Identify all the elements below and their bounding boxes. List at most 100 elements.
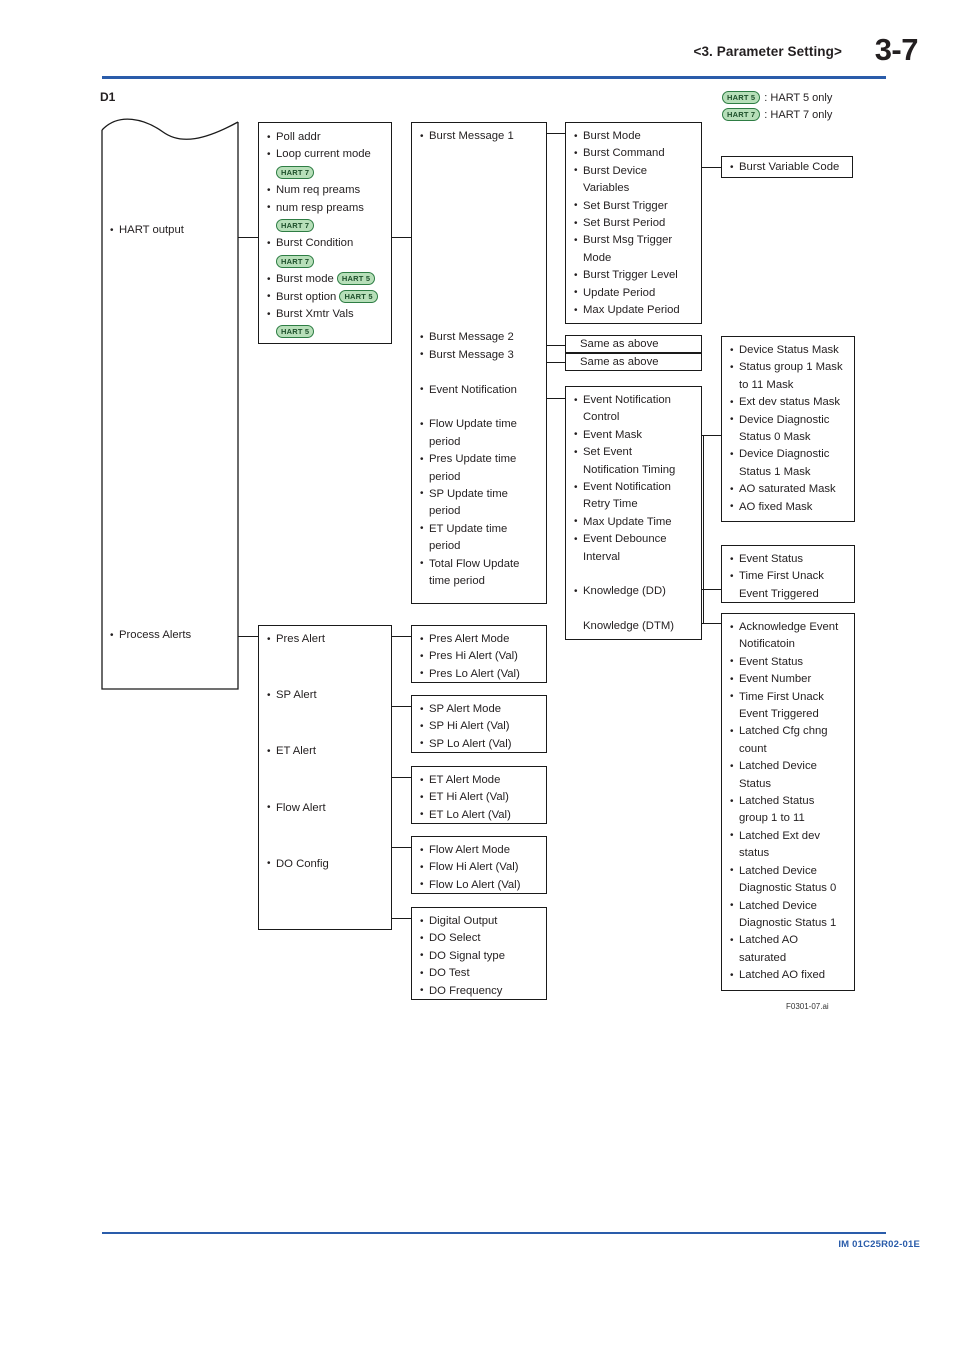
list-item: SP Alert Mode: [420, 700, 539, 718]
list-item-cont: period: [429, 470, 461, 483]
list-item: Burst Message 1: [420, 127, 539, 145]
list-item-text: Burst mode: [276, 273, 334, 286]
list-item: Knowledge (DD): [574, 583, 694, 601]
list-item: Total Flow Update: [420, 555, 539, 573]
connector-bus-vertical: [703, 435, 705, 590]
connector-event-mask-to-device-status-mask: [702, 435, 722, 437]
connector-flow-alert: [392, 847, 411, 849]
connector-bm1-to-detail: [547, 133, 565, 135]
list-item: Burst Message 3: [420, 346, 539, 364]
list-item: Pres Alert Mode: [420, 630, 539, 648]
list-item-cont: count: [739, 742, 767, 755]
list-item-cont: period: [429, 540, 461, 553]
list-item-badge: HART 7: [267, 165, 384, 182]
figure-label: D1: [100, 90, 116, 104]
legend-text-hart7: : HART 7 only: [764, 108, 833, 121]
list-item-cont: Event Triggered: [739, 587, 819, 600]
list-item-badge: HART 7: [267, 218, 384, 235]
list-item: Latched Device: [730, 758, 847, 776]
list-item: Flow Alert: [267, 799, 384, 817]
list-item-text: Burst option: [276, 290, 337, 303]
page-header: <3. Parameter Setting> 3-7: [0, 0, 954, 90]
list-item: SP Hi Alert (Val): [420, 718, 539, 736]
event-status-box: Event Status Time First Unack Event Trig…: [721, 545, 855, 603]
list-item: Burst Command: [574, 145, 694, 163]
list-item: Latched AO fixed: [730, 967, 847, 985]
connector-knowledge-dd-to-event-status: [702, 589, 722, 591]
list-item-cont: Status 1 Mask: [739, 465, 811, 478]
footer-divider: [102, 1232, 886, 1234]
list-item: ET Alert Mode: [420, 771, 539, 789]
event-notification-detail-box: Event Notification Control Event Mask Se…: [565, 386, 702, 640]
legend-text-hart5: : HART 5 only: [764, 91, 833, 104]
list-item-cont: Status 0 Mask: [739, 431, 811, 444]
flow-alert-detail-box: Flow Alert Mode Flow Hi Alert (Val) Flow…: [411, 836, 547, 894]
list-item-cont: Variables: [583, 182, 630, 195]
list-item: Time First Unack: [730, 688, 847, 706]
do-config-detail-box: Digital Output DO Select DO Signal type …: [411, 907, 547, 1000]
list-item: DO Config: [267, 855, 384, 873]
list-item: Num req preams: [267, 182, 384, 200]
list-item: Event Notification: [420, 381, 539, 399]
list-item: DO Frequency: [420, 982, 539, 1000]
list-item: DO Select: [420, 930, 539, 948]
list-item: Pres Alert: [267, 630, 384, 648]
list-item-cont: Notification Timing: [583, 463, 676, 476]
list-item: Burst Variable Code: [730, 158, 845, 176]
list-item: Pres Hi Alert (Val): [420, 648, 539, 666]
list-item-cont: to 11 Mask: [739, 378, 794, 391]
list-item: ET Alert: [267, 743, 384, 761]
list-item-cont: Retry Time: [583, 498, 638, 511]
list-item: ET Hi Alert (Val): [420, 789, 539, 807]
list-item: Latched Device: [730, 897, 847, 915]
list-item: Event Status: [730, 653, 847, 671]
list-item: Flow Lo Alert (Val): [420, 876, 539, 894]
list-item: Latched Device: [730, 862, 847, 880]
connector-knowledge-dtm-to-acknowledge-event: [702, 623, 722, 625]
connector-do-config: [392, 918, 411, 920]
list-item: Device Diagnostic: [730, 411, 847, 429]
list-item: Latched Ext dev: [730, 827, 847, 845]
hart5-badge: HART 5: [722, 90, 761, 104]
list-item: Device Status Mask: [730, 341, 847, 359]
list-item-cont: Diagnostic Status 1: [739, 916, 837, 929]
list-item: AO fixed Mask: [730, 498, 847, 516]
legend-row-hart7: HART 7 : HART 7 only: [722, 106, 902, 123]
list-item: Flow Hi Alert (Val): [420, 859, 539, 877]
connector-event-notification-to-detail: [547, 398, 565, 400]
connector-bm3-to-same-as-above-2: [547, 362, 565, 364]
burst-message-1-detail-box: Burst Mode Burst Command Burst Device Va…: [565, 122, 702, 324]
list-item: Event Debounce: [574, 531, 694, 549]
list-item-badge: HART 5: [267, 324, 384, 341]
list-item: Max Update Time: [574, 513, 694, 531]
list-item: Event Notification: [574, 391, 694, 409]
list-item: Flow Alert Mode: [420, 841, 539, 859]
list-item-cont: Diagnostic Status 0: [739, 882, 837, 895]
burst-variable-code-box: Burst Variable Code: [721, 156, 853, 178]
list-item-cont: Status: [739, 777, 772, 790]
list-item: Burst Condition: [267, 235, 384, 253]
root-label-process-alerts: Process Alerts: [110, 626, 191, 644]
list-item: num resp preams: [267, 199, 384, 217]
connector-root-to-alerts-parents: [238, 636, 258, 638]
legend-row-hart5: HART 5 : HART 5 only: [722, 89, 902, 106]
list-item: Burst Trigger Level: [574, 267, 694, 285]
list-item: Burst Mode: [574, 127, 694, 145]
list-item: Burst Message 2: [420, 329, 539, 347]
list-item-cont: status: [739, 847, 770, 860]
root-label-hart-output: HART output: [110, 221, 184, 239]
list-item-cont: Interval: [583, 550, 621, 563]
hart7-badge: HART 7: [276, 254, 315, 268]
